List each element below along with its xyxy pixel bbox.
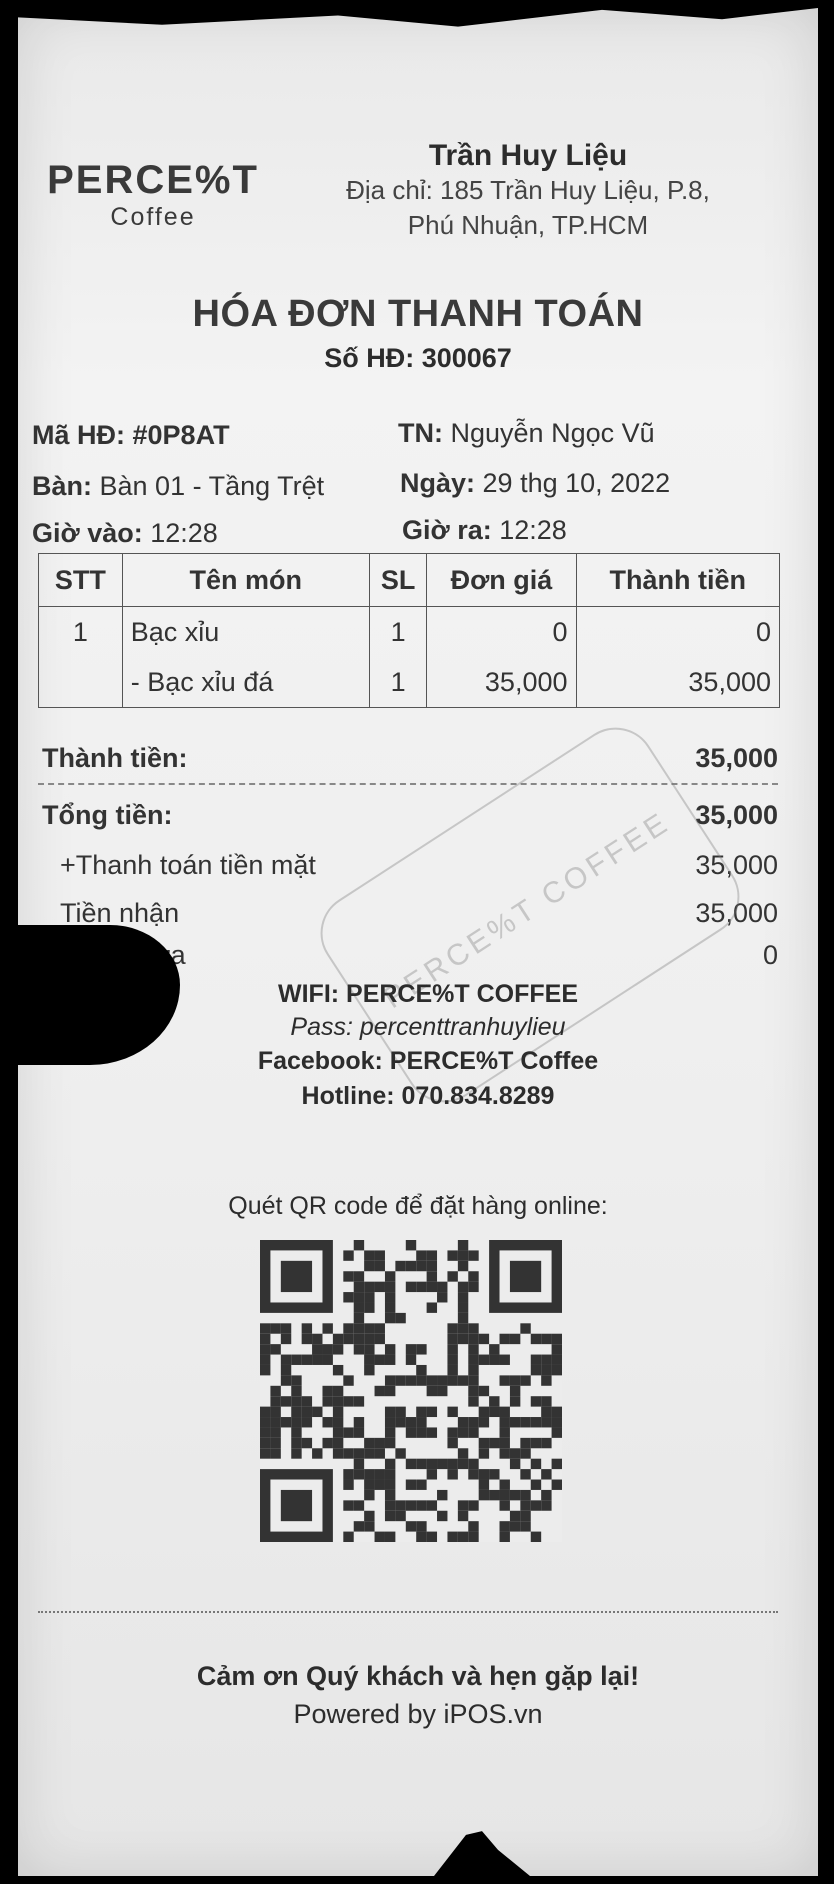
date-value: 29 thg 10, 2022 <box>482 468 671 498</box>
invoice-code-value: #0P8AT <box>132 420 230 450</box>
received-label: Tiền nhận <box>60 898 180 928</box>
col-name: Tên món <box>121 553 370 607</box>
brand-name: PERCE%T <box>47 158 259 202</box>
time-in-label: Giờ vào: <box>32 518 143 548</box>
invoice-code-label: Mã HĐ: <box>32 420 125 450</box>
time-in: Giờ vào: 12:28 <box>32 518 218 549</box>
cashier-label: TN: <box>398 418 443 448</box>
wifi-name: WIFI: PERCE%T COFFEE <box>278 980 578 1008</box>
time-out: Giờ ra: 12:28 <box>402 515 567 546</box>
cashier: TN: Nguyễn Ngọc Vũ <box>398 418 655 449</box>
table-row: - Bạc xỉu đá 1 35,000 35,000 <box>38 657 780 708</box>
col-total: Thành tiền <box>575 553 780 607</box>
facebook: Facebook: PERCE%T Coffee <box>257 1047 599 1075</box>
col-stt: STT <box>38 553 123 607</box>
row-qty: 1 <box>368 606 428 657</box>
time-in-value: 12:28 <box>150 518 218 548</box>
brand-sub: Coffee <box>110 203 196 231</box>
table-info: Bàn: Bàn 01 - Tầng Trệt <box>32 471 324 502</box>
subtotal-value: 35,000 <box>695 743 778 773</box>
table-label: Bàn: <box>32 471 92 501</box>
grand-total-label: Tổng tiền: <box>42 800 173 830</box>
table-row: 1 Bạc xỉu 1 0 0 <box>38 606 780 657</box>
col-qty: SL <box>368 553 428 607</box>
row-name: Bạc xỉu <box>121 606 370 657</box>
row-total: 35,000 <box>575 657 780 708</box>
time-out-label: Giờ ra: <box>402 515 492 545</box>
hotline: Hotline: 070.834.8289 <box>301 1082 555 1110</box>
thank-you: Cảm ơn Quý khách và hẹn gặp lại! <box>196 1661 640 1691</box>
row-price: 0 <box>426 606 577 657</box>
row-name: - Bạc xỉu đá <box>121 657 370 708</box>
date-label: Ngày: <box>400 468 476 498</box>
items-table-header: STT Tên món SL Đơn giá Thành tiền <box>38 553 780 607</box>
row-stt <box>38 657 123 708</box>
table-value: Bàn 01 - Tầng Trệt <box>99 471 325 501</box>
divider <box>38 1611 778 1613</box>
row-total: 0 <box>575 606 780 657</box>
cashier-name: Nguyễn Ngọc Vũ <box>450 418 655 448</box>
cash-payment-label: +Thanh toán tiền mặt <box>60 850 316 880</box>
wifi-pass: Pass: percenttranhuylieu <box>290 1013 566 1041</box>
invoice-title: HÓA ĐƠN THANH TOÁN <box>192 293 644 335</box>
row-stt: 1 <box>38 606 123 657</box>
subtotal-label: Thành tiền: <box>42 743 188 773</box>
store-name: Trần Huy Liệu <box>428 139 628 172</box>
items-table: STT Tên món SL Đơn giá Thành tiền 1 Bạc … <box>38 553 780 708</box>
date-info: Ngày: 29 thg 10, 2022 <box>400 468 670 499</box>
store-address-line2: Phú Nhuận, TP.HCM <box>407 210 649 240</box>
qr-prompt: Quét QR code để đặt hàng online: <box>228 1192 608 1220</box>
store-info: Trần Huy Liệu Địa chỉ: 185 Trần Huy Liệu… <box>288 138 768 243</box>
invoice-number: Số HĐ: 300067 <box>324 343 512 373</box>
row-qty: 1 <box>368 657 428 708</box>
time-out-value: 12:28 <box>499 515 567 545</box>
qr-code[interactable] <box>260 1240 562 1542</box>
change-value: 0 <box>762 940 778 970</box>
powered-by: Powered by iPOS.vn <box>293 1699 543 1729</box>
invoice-code: Mã HĐ: #0P8AT <box>32 420 230 451</box>
row-price: 35,000 <box>426 657 577 708</box>
store-address-line1: Địa chỉ: 185 Trần Huy Liệu, P.8, <box>346 175 710 205</box>
grand-total-value: 35,000 <box>695 800 778 830</box>
col-price: Đơn giá <box>426 553 577 607</box>
brand-logo: PERCE%T Coffee <box>24 158 282 232</box>
subtotal-row: Thành tiền: 35,000 <box>42 743 778 774</box>
